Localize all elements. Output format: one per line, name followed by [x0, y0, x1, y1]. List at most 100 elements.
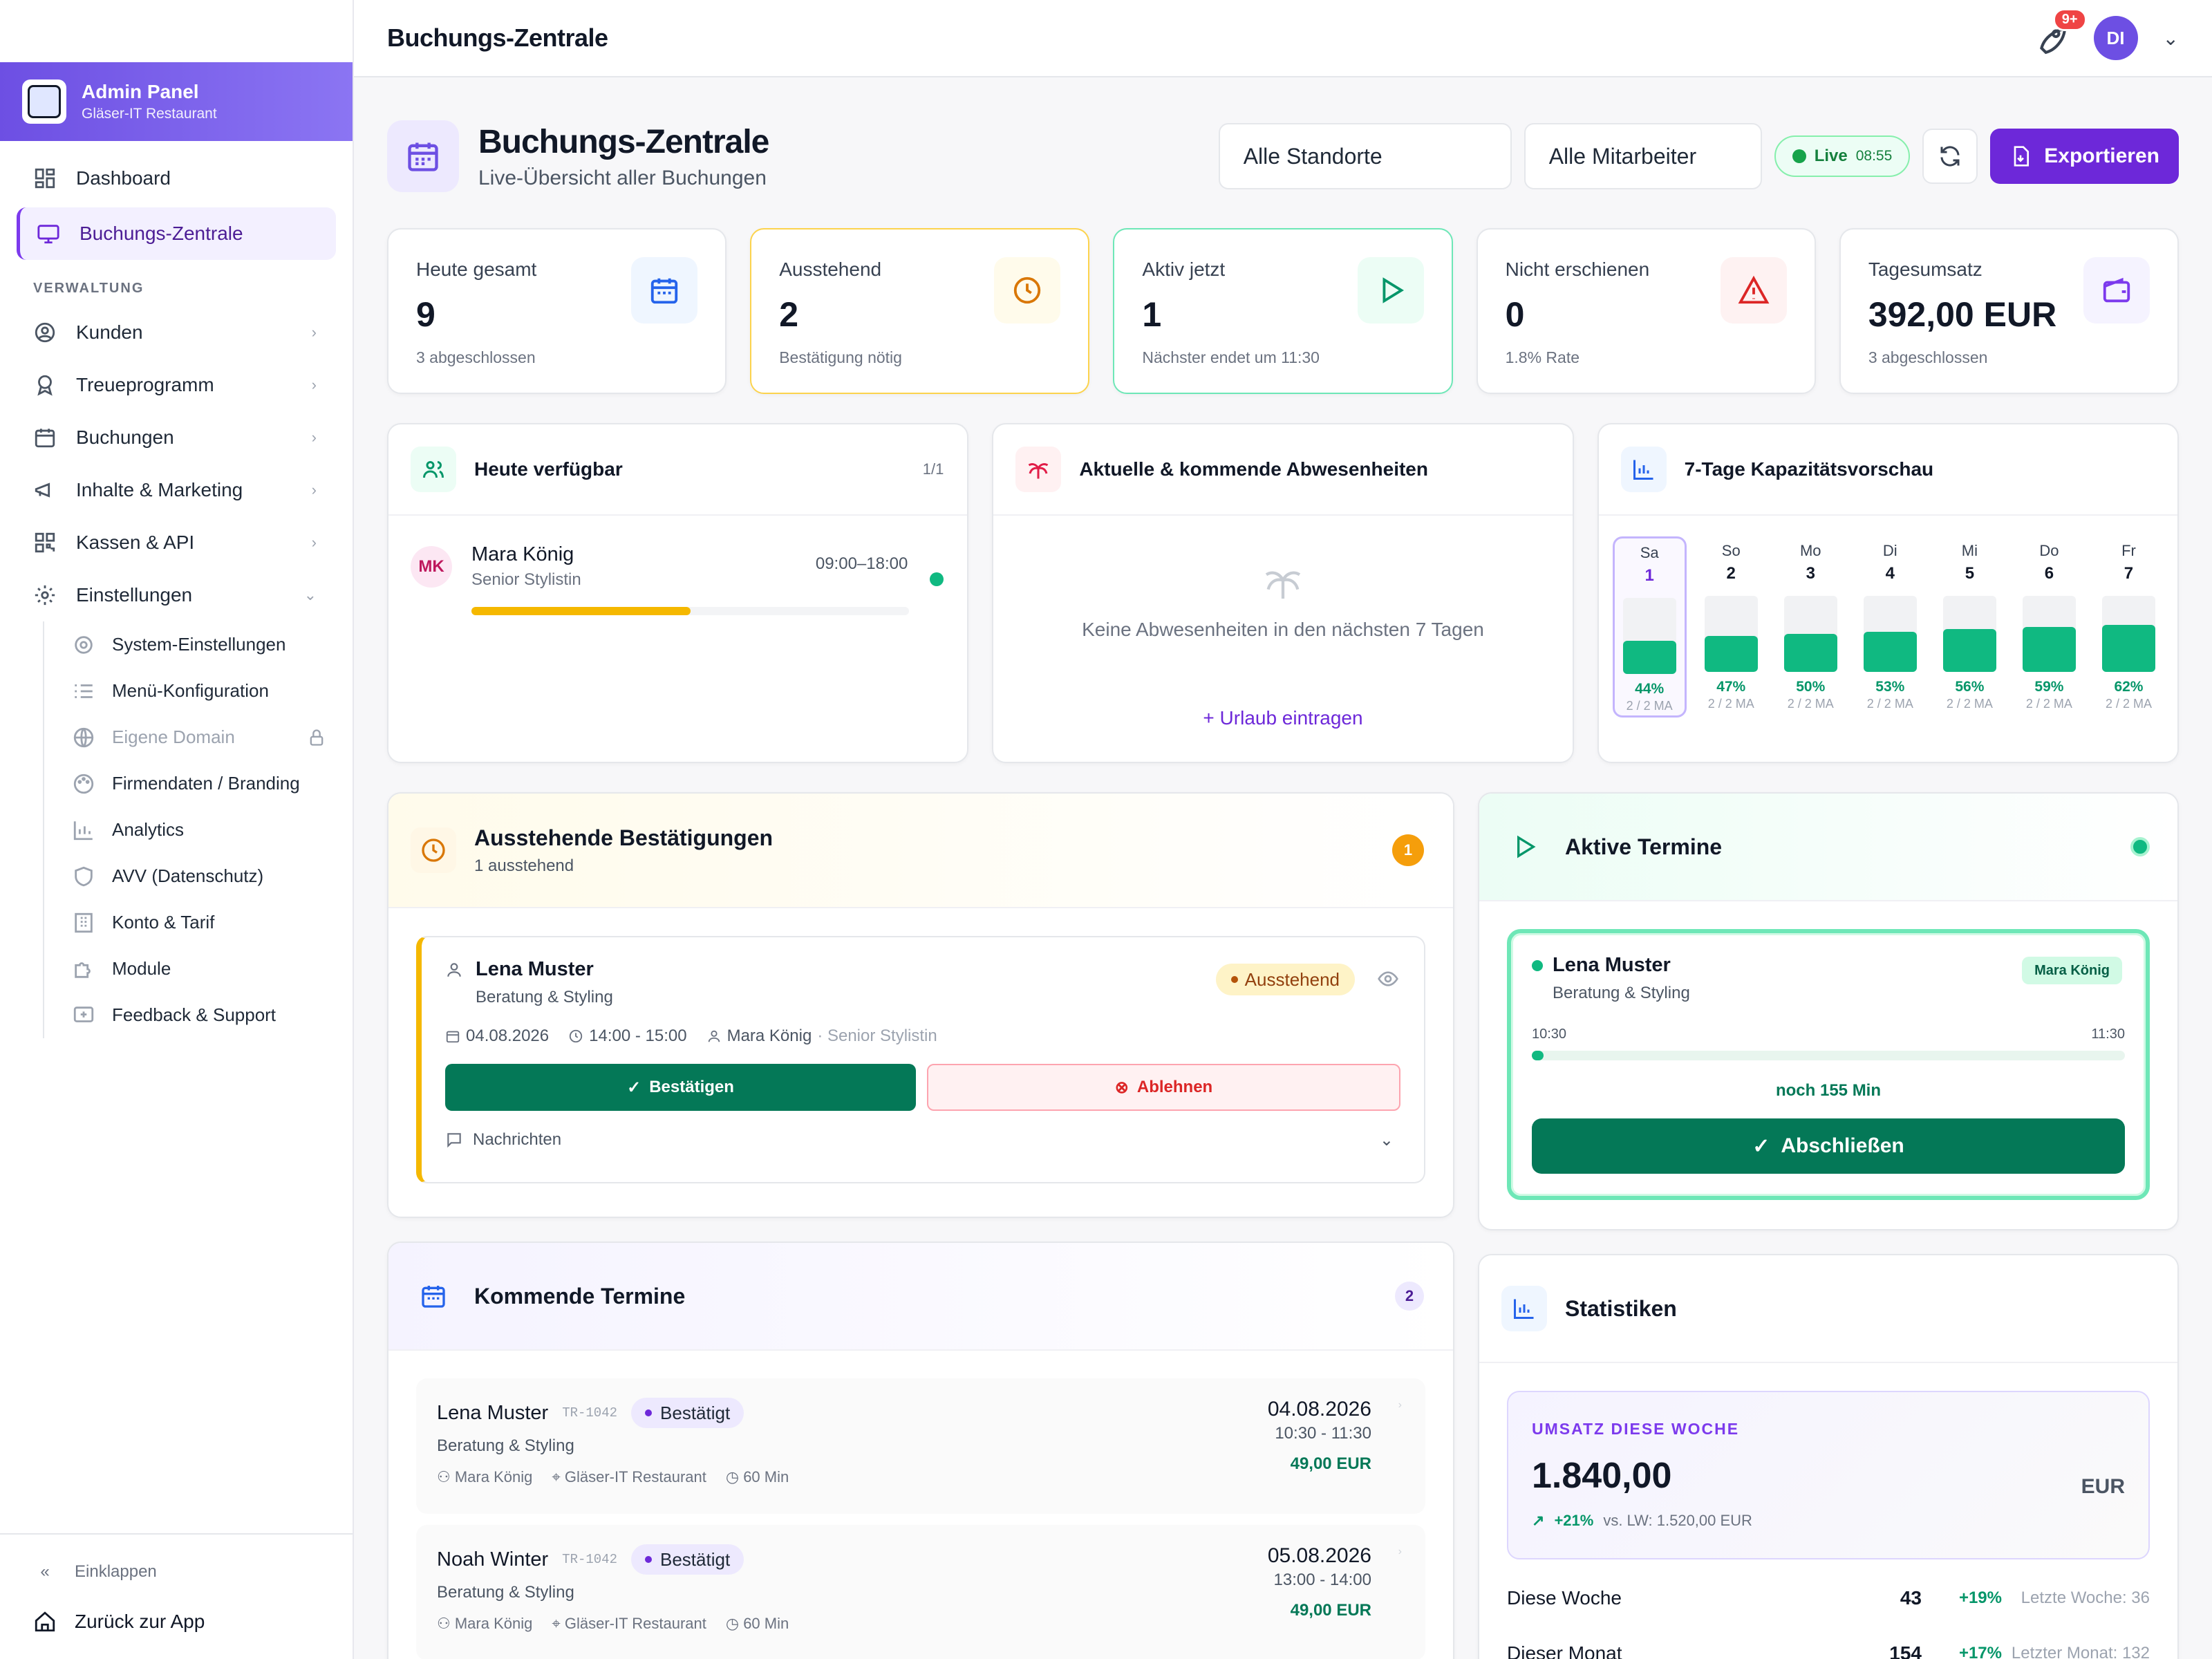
notifications-button[interactable]: 9+ — [2034, 8, 2087, 55]
kpi-sub: Bestätigung nötig — [779, 348, 902, 366]
capacity-bar — [1704, 596, 1758, 672]
brand-title: Admin Panel — [82, 81, 199, 102]
nav-dashboard[interactable]: Dashboard — [17, 152, 336, 205]
capacity-day[interactable]: So 2 47% 2 / 2 MA — [1696, 536, 1766, 718]
avatar: MK — [411, 545, 452, 588]
chevron-right-icon: › — [311, 324, 317, 341]
file-export-icon — [2014, 146, 2030, 167]
sub-konto[interactable]: Konto & Tarif — [61, 899, 336, 946]
capacity-percent: 53% — [1875, 679, 1905, 695]
stats-title: Statistiken — [1565, 1295, 1677, 1321]
capacity-day[interactable]: Fr 7 62% 2 / 2 MA — [2094, 536, 2164, 718]
appointment-time: 13:00 - 14:00 — [1273, 1571, 1371, 1589]
sub-system[interactable]: System-Einstellungen — [61, 621, 336, 668]
globe-icon — [72, 726, 95, 749]
clock-icon — [411, 827, 456, 873]
chevron-right-icon: › — [311, 376, 317, 393]
calendar-icon — [446, 1031, 460, 1043]
sub-label: Analytics — [112, 819, 185, 840]
staff-hours: 09:00–18:00 — [815, 554, 908, 573]
sub-label: Konto & Tarif — [112, 912, 215, 932]
workload-bar — [471, 607, 910, 615]
eye-icon[interactable] — [1377, 968, 1399, 993]
sub-branding[interactable]: Firmendaten / Branding — [61, 760, 336, 807]
calendar-icon — [411, 1273, 456, 1319]
live-label: Live — [1814, 147, 1848, 165]
export-button[interactable]: Exportieren — [1990, 129, 2179, 184]
capacity-day[interactable]: Do 6 59% 2 / 2 MA — [2014, 536, 2084, 718]
trending-up-icon: ↗ — [1532, 1512, 1545, 1529]
nav-label: Treueprogramm — [76, 374, 214, 395]
upcoming-title: Kommende Termine — [474, 1283, 686, 1309]
nav-inhalte[interactable]: Inhalte & Marketing › — [17, 464, 336, 516]
day-number: 6 — [2044, 564, 2054, 583]
customer-name: Lena Muster — [437, 1401, 549, 1424]
refresh-button[interactable] — [1922, 129, 1978, 184]
sub-feedback[interactable]: Feedback & Support — [61, 992, 336, 1038]
kpi-sub: 3 abgeschlossen — [416, 348, 536, 366]
appointment-row[interactable]: Lena Muster TR-1042 Bestätigt Beratung & S… — [416, 1378, 1425, 1514]
sub-avv[interactable]: AVV (Datenschutz) — [61, 853, 336, 899]
capacity-day[interactable]: Di 4 53% 2 / 2 MA — [1855, 536, 1925, 718]
day-name: Di — [1882, 542, 1897, 559]
back-to-app-link[interactable]: Zurück zur App — [17, 1597, 336, 1647]
nav-label: Kassen & API — [76, 532, 195, 553]
x-circle-icon: ⊗ — [1114, 1078, 1129, 1097]
live-indicator: Live 08:55 — [1774, 135, 1911, 177]
reject-button[interactable]: ⊗ Ablehnen — [927, 1064, 1400, 1111]
capacity-day[interactable]: Sa 1 44% 2 / 2 MA — [1612, 536, 1687, 718]
stat-prev: Letzte Woche: 36 — [2021, 1588, 2150, 1607]
avatar[interactable]: DI — [2093, 16, 2138, 60]
messages-toggle[interactable]: Nachrichten ⌄ — [445, 1130, 1400, 1150]
available-title: Heute verfügbar — [474, 458, 623, 480]
stat-value: 154 — [1889, 1642, 1922, 1659]
live-dot — [2130, 837, 2150, 856]
sub-analytics[interactable]: Analytics — [61, 807, 336, 853]
nav-treueprogramm[interactable]: Treueprogramm › — [17, 359, 336, 411]
capacity-fill — [1863, 631, 1917, 672]
dashboard-icon — [33, 167, 57, 190]
brand[interactable]: Admin Panel Gläser-IT Restaurant — [0, 62, 353, 141]
sub-domain[interactable]: Eigene Domain — [61, 714, 336, 760]
refresh-icon — [1940, 146, 1960, 167]
day-number: 1 — [1644, 566, 1654, 585]
kpi-sub: 3 abgeschlossen — [1868, 348, 1988, 366]
award-icon — [33, 373, 57, 397]
capacity-day[interactable]: Mi 5 56% 2 / 2 MA — [1935, 536, 2005, 718]
sub-module[interactable]: Module — [61, 946, 336, 992]
add-vacation-label: Urlaub eintragen — [1219, 707, 1363, 729]
appointment-row[interactable]: Noah Winter TR-1042 Bestätigt Beratung & S… — [416, 1525, 1425, 1659]
remaining-time: noch 155 Min — [1775, 1081, 1882, 1100]
revenue-box: UMSATZ DIESE WOCHE 1.840,00 EUR ↗ +21% vs.… — [1507, 1391, 2150, 1559]
sub-label: AVV (Datenschutz) — [112, 865, 264, 886]
collapse-button[interactable]: « Einklappen — [17, 1547, 336, 1597]
active-card: Aktive Termine Lena Muster Beratung & St… — [1478, 792, 2179, 1230]
chevron-down-icon[interactable]: ⌄ — [2163, 27, 2179, 50]
available-card: Heute verfügbar 1/1 MK Mara König Senior S… — [387, 423, 969, 763]
nav-buchungen[interactable]: Buchungen › — [17, 411, 336, 464]
nav-kassen[interactable]: Kassen & API › — [17, 516, 336, 569]
capacity-day[interactable]: Mo 3 50% 2 / 2 MA — [1776, 536, 1846, 718]
kpi-revenue: Tagesumsatz 392,00 EUR 3 abgeschlossen — [1839, 228, 2180, 394]
nav-kunden[interactable]: Kunden › — [17, 306, 336, 359]
sub-menu[interactable]: Menü-Konfiguration — [61, 668, 336, 714]
duration-meta: ◷ 60 Min — [725, 1468, 789, 1485]
day-number: 7 — [2124, 564, 2134, 583]
qr-code-icon — [33, 531, 57, 554]
chevron-right-icon: › — [1398, 1546, 1402, 1557]
play-icon — [1357, 257, 1424, 324]
staff-select[interactable]: Alle Mitarbeiter — [1524, 123, 1762, 189]
staff-row[interactable]: MK Mara König Senior Stylistin 09:00–18:0… — [388, 516, 967, 617]
back-label: Zurück zur App — [75, 1611, 205, 1632]
nav-einstellungen[interactable]: Einstellungen ⌄ — [17, 569, 336, 621]
pending-subtitle: 1 ausstehend — [474, 856, 574, 875]
capacity-card: 7-Tage Kapazitätsvorschau Sa 1 44% 2 / 2 MA… — [1597, 423, 2179, 763]
location-select[interactable]: Alle Standorte — [1218, 123, 1512, 189]
add-vacation-link[interactable]: + Urlaub eintragen — [993, 707, 1572, 729]
active-appointment: Lena Muster Beratung & Styling Mara Köni… — [1507, 929, 2150, 1200]
complete-button[interactable]: ✓ Abschließen — [1532, 1118, 2125, 1174]
confirm-button[interactable]: ✓ Bestätigen — [445, 1064, 916, 1111]
stat-growth: +17% — [1958, 1644, 2002, 1659]
nav-buchungs-zentrale[interactable]: Buchungs-Zentrale — [17, 207, 336, 260]
capacity-staff: 2 / 2 MA — [1787, 697, 1834, 711]
